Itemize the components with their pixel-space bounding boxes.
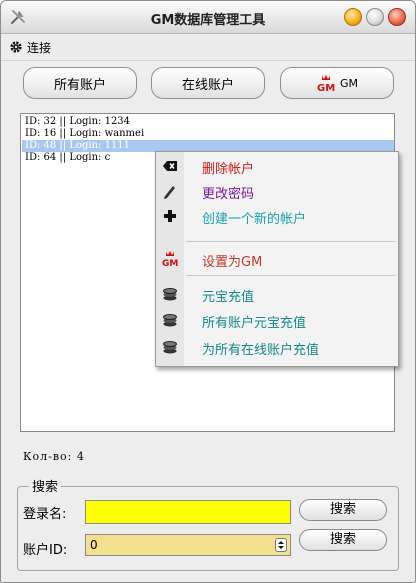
menu-recharge-all[interactable]: 所有账户元宝充值	[156, 309, 398, 331]
pencil-icon	[164, 186, 175, 199]
gm-label: GM	[339, 76, 358, 90]
menu-connect[interactable]: 连接	[9, 38, 51, 56]
all-accounts-button[interactable]: 所有账户	[23, 67, 137, 99]
menu-change-password[interactable]: 更改密码	[156, 180, 398, 202]
coins-icon	[163, 288, 177, 301]
menu-recharge-online-label: 为所有在线账户充值	[202, 343, 320, 358]
account-id-spinbox[interactable]: 0	[85, 534, 291, 556]
maximize-button[interactable]	[366, 8, 384, 26]
login-input[interactable]	[85, 500, 291, 524]
online-accounts-label: 在线账户	[181, 77, 234, 93]
account-id-label: 账户ID:	[23, 543, 68, 558]
plus-icon	[164, 210, 176, 222]
menu-separator	[186, 241, 396, 242]
search-login-button[interactable]: 搜索	[299, 499, 387, 521]
gm-icon: GM	[317, 75, 335, 92]
menu-connect-label: 连接	[27, 40, 52, 55]
main-window: GM数据库管理工具 连接 所有账户 在线账户 GM GM ID: 32 || L…	[0, 0, 416, 583]
menu-recharge-online[interactable]: 为所有在线账户充值	[156, 336, 398, 358]
menu-separator	[186, 275, 396, 276]
search-id-button[interactable]: 搜索	[299, 529, 387, 551]
gm-button[interactable]: GM GM	[280, 67, 394, 99]
menu-recharge[interactable]: 元宝充值	[156, 283, 398, 305]
up-down-arrows-icon	[278, 541, 284, 549]
menu-bar: 连接	[1, 34, 415, 61]
menu-create-account-label: 创建一个新的帐户	[202, 212, 307, 227]
menu-set-gm[interactable]: GM 设置为GM	[156, 248, 398, 270]
menu-delete-account[interactable]: 删除帐户	[156, 155, 398, 177]
spin-arrows-icon[interactable]	[275, 538, 287, 552]
svg-text:GM: GM	[317, 83, 335, 92]
search-group-title: 搜索	[29, 476, 62, 495]
title-bar[interactable]: GM数据库管理工具	[1, 1, 415, 34]
gear-icon	[10, 41, 22, 53]
menu-create-account[interactable]: 创建一个新的帐户	[156, 205, 398, 227]
coins-icon	[163, 341, 177, 354]
account-row[interactable]: ID: 32 || Login: 1234	[22, 116, 394, 128]
context-menu: 删除帐户 更改密码 创建一个新的帐户 GM 设置为GM 元宝充值 所有账户元宝充…	[155, 151, 399, 367]
svg-text:GM: GM	[162, 259, 178, 267]
online-accounts-button[interactable]: 在线账户	[151, 67, 265, 99]
coins-icon	[163, 314, 177, 327]
login-label: 登录名:	[23, 507, 67, 522]
gm-icon: GM	[162, 251, 178, 267]
close-button[interactable]	[388, 8, 406, 26]
account-id-value: 0	[90, 538, 98, 552]
menu-set-gm-label: 设置为GM	[202, 255, 263, 270]
delete-icon	[163, 161, 177, 171]
menu-recharge-all-label: 所有账户元宝充值	[202, 316, 307, 331]
account-count: Кол-во: 4	[23, 450, 85, 463]
menu-delete-account-label: 删除帐户	[202, 162, 255, 177]
all-accounts-label: 所有账户	[53, 77, 106, 93]
menu-change-password-label: 更改密码	[202, 187, 255, 202]
account-row[interactable]: ID: 16 || Login: wanmei	[22, 128, 394, 140]
minimize-button[interactable]	[344, 8, 362, 26]
menu-recharge-label: 元宝充值	[202, 290, 255, 305]
